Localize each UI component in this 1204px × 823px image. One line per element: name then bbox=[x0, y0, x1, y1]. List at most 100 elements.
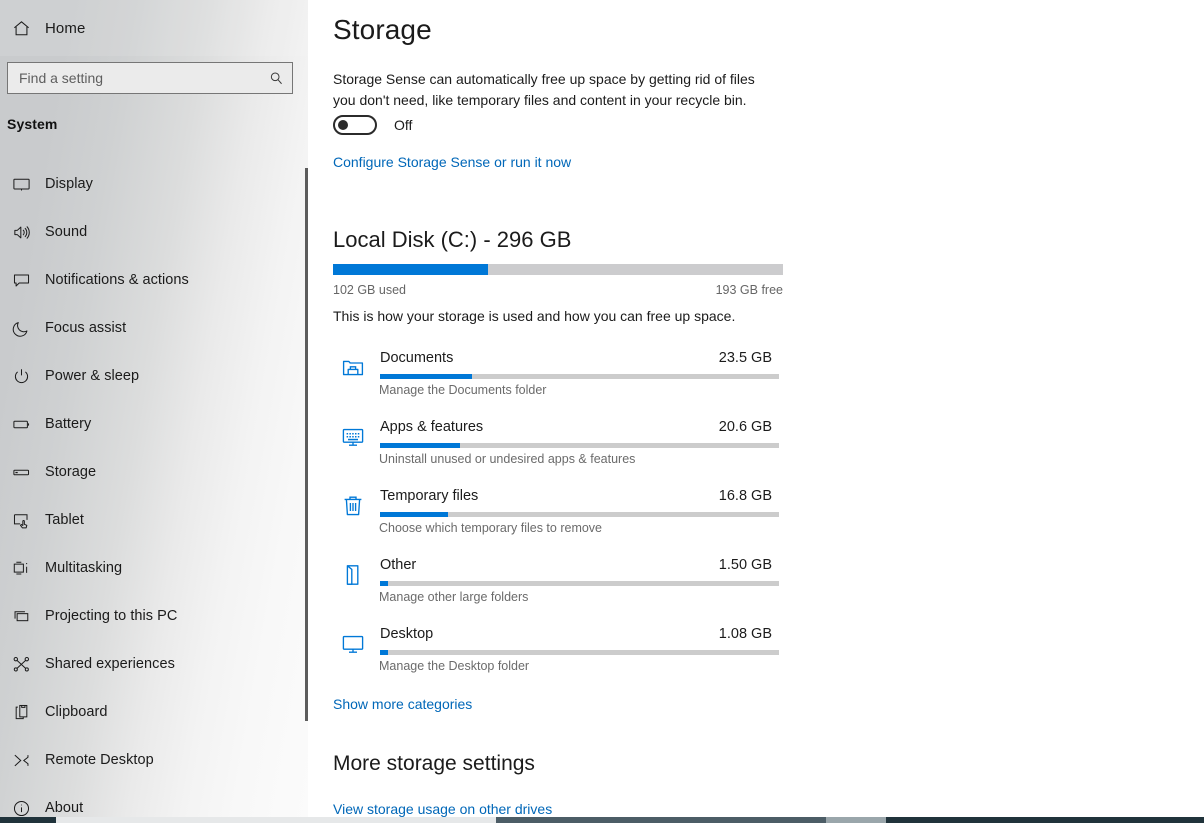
trash-can-icon bbox=[338, 491, 368, 521]
storage-category-bar bbox=[380, 650, 779, 655]
clipboard-icon bbox=[7, 698, 35, 726]
sidebar-nav-list: Display Sound Notifications & actions Fo… bbox=[0, 160, 306, 817]
storage-category-name: Temporary files bbox=[380, 488, 479, 504]
storage-category-list: Documents 23.5 GB Manage the Documents fol… bbox=[333, 344, 783, 689]
sidebar-item-label: Sound bbox=[45, 224, 88, 240]
sidebar-item-label: About bbox=[45, 800, 84, 816]
storage-category-size: 1.08 GB bbox=[718, 626, 772, 642]
show-more-categories-link[interactable]: Show more categories bbox=[333, 696, 472, 712]
sidebar-item-label: Power & sleep bbox=[45, 368, 140, 384]
storage-category-subtitle: Manage the Documents folder bbox=[379, 383, 547, 397]
sidebar-item-storage[interactable]: Storage bbox=[0, 448, 306, 496]
storage-category-row[interactable]: Documents 23.5 GB Manage the Documents fol… bbox=[333, 344, 783, 413]
sidebar-item-label: Storage bbox=[45, 464, 97, 480]
storage-category-subtitle: Manage other large folders bbox=[379, 590, 529, 604]
sidebar-item-label: Clipboard bbox=[45, 704, 108, 720]
info-circle-icon bbox=[7, 794, 35, 817]
storage-category-bar bbox=[380, 443, 779, 448]
apps-monitor-icon bbox=[338, 422, 368, 452]
sidebar-item-multitasking[interactable]: Multitasking bbox=[0, 544, 306, 592]
notification-balloon-icon bbox=[7, 266, 35, 294]
storage-sense-toggle-row: Off bbox=[333, 115, 412, 135]
search-field-wrapper[interactable] bbox=[7, 62, 293, 94]
moon-icon bbox=[7, 314, 35, 342]
sidebar-item-label: Shared experiences bbox=[45, 656, 175, 672]
desktop-monitor-icon bbox=[338, 629, 368, 659]
project-screen-icon bbox=[7, 602, 35, 630]
storage-category-bar-fill bbox=[380, 512, 448, 517]
storage-category-size: 23.5 GB bbox=[718, 350, 772, 366]
tablet-touch-icon bbox=[7, 506, 35, 534]
sidebar-item-sound[interactable]: Sound bbox=[0, 208, 306, 256]
taskbar-window-segment[interactable] bbox=[826, 817, 886, 823]
sidebar-item-power-sleep[interactable]: Power & sleep bbox=[0, 352, 306, 400]
sidebar-item-label: Tablet bbox=[45, 512, 84, 528]
sidebar-item-about[interactable]: About bbox=[0, 784, 306, 817]
home-icon bbox=[7, 14, 35, 42]
sidebar-item-label: Remote Desktop bbox=[45, 752, 154, 768]
storage-category-size: 16.8 GB bbox=[718, 488, 772, 504]
storage-category-row[interactable]: Temporary files 16.8 GB Choose which tempo… bbox=[333, 482, 783, 551]
sidebar-item-shared-experiences[interactable]: Shared experiences bbox=[0, 640, 306, 688]
windows-taskbar[interactable] bbox=[0, 817, 1204, 823]
storage-category-bar bbox=[380, 374, 779, 379]
sidebar-item-label: Multitasking bbox=[45, 560, 123, 576]
page-fold-icon bbox=[338, 560, 368, 590]
share-nodes-icon bbox=[7, 650, 35, 678]
taskbar-window-segment[interactable] bbox=[496, 817, 826, 823]
configure-storage-sense-link[interactable]: Configure Storage Sense or run it now bbox=[333, 154, 571, 170]
storage-category-bar-fill bbox=[380, 581, 388, 586]
more-storage-settings-title: More storage settings bbox=[333, 752, 535, 775]
search-input[interactable] bbox=[19, 70, 268, 86]
storage-category-bar bbox=[380, 581, 779, 586]
sidebar-item-label: Focus assist bbox=[45, 320, 127, 336]
taskbar-window-segment[interactable] bbox=[56, 817, 496, 823]
settings-sidebar: Home System Dis bbox=[0, 0, 308, 817]
storage-category-row[interactable]: Other 1.50 GB Manage other large folders bbox=[333, 551, 783, 620]
storage-category-size: 20.6 GB bbox=[718, 419, 772, 435]
storage-category-name: Desktop bbox=[380, 626, 434, 642]
view-storage-usage-other-drives-link[interactable]: View storage usage on other drives bbox=[333, 801, 552, 817]
search-box[interactable] bbox=[7, 62, 293, 94]
storage-sense-toggle-state: Off bbox=[394, 117, 413, 133]
storage-sense-toggle[interactable] bbox=[333, 115, 377, 135]
storage-category-bar bbox=[380, 512, 779, 517]
storage-category-bar-fill bbox=[380, 650, 388, 655]
sidebar-item-projecting[interactable]: Projecting to this PC bbox=[0, 592, 306, 640]
battery-icon bbox=[7, 410, 35, 438]
storage-category-row[interactable]: Desktop 1.08 GB Manage the Desktop folder bbox=[333, 620, 783, 689]
sidebar-item-focus-assist[interactable]: Focus assist bbox=[0, 304, 306, 352]
storage-category-name: Documents bbox=[380, 350, 454, 366]
storage-category-bar-fill bbox=[380, 443, 460, 448]
documents-folder-icon bbox=[338, 353, 368, 383]
settings-window: Home System Dis bbox=[0, 0, 1204, 823]
sidebar-item-remote-desktop[interactable]: Remote Desktop bbox=[0, 736, 306, 784]
sidebar-item-notifications[interactable]: Notifications & actions bbox=[0, 256, 306, 304]
sidebar-item-label: Display bbox=[45, 176, 93, 192]
sidebar-item-label: Battery bbox=[45, 416, 92, 432]
sidebar-item-clipboard[interactable]: Clipboard bbox=[0, 688, 306, 736]
settings-main-content: Storage Storage Sense can automatically … bbox=[308, 0, 1204, 817]
sidebar-item-tablet[interactable]: Tablet bbox=[0, 496, 306, 544]
storage-category-subtitle: Manage the Desktop folder bbox=[379, 659, 530, 673]
sidebar-home-label: Home bbox=[45, 19, 86, 37]
sidebar-item-label: Projecting to this PC bbox=[45, 608, 178, 624]
storage-category-subtitle: Choose which temporary files to remove bbox=[379, 521, 603, 535]
storage-category-row[interactable]: Apps & features 20.6 GB Uninstall unused o… bbox=[333, 413, 783, 482]
sidebar-item-battery[interactable]: Battery bbox=[0, 400, 306, 448]
local-disk-title: Local Disk (C:) - 296 GB bbox=[333, 227, 572, 252]
storage-usage-description: This is how your storage is used and how… bbox=[333, 308, 736, 324]
search-icon[interactable] bbox=[268, 70, 284, 86]
disk-usage-bar bbox=[333, 264, 783, 275]
sidebar-section-label: System bbox=[7, 116, 58, 132]
sidebar-item-display[interactable]: Display bbox=[0, 160, 306, 208]
sidebar-item-home[interactable]: Home bbox=[0, 0, 308, 56]
disk-free-label: 193 GB free bbox=[715, 283, 783, 297]
storage-category-subtitle: Uninstall unused or undesired apps & fea… bbox=[379, 452, 636, 466]
storage-category-bar-fill bbox=[380, 374, 472, 379]
speaker-icon bbox=[7, 218, 35, 246]
multitasking-icon bbox=[7, 554, 35, 582]
disk-usage-bar-fill bbox=[333, 264, 489, 275]
storage-category-name: Other bbox=[380, 557, 417, 573]
monitor-icon bbox=[7, 170, 35, 198]
